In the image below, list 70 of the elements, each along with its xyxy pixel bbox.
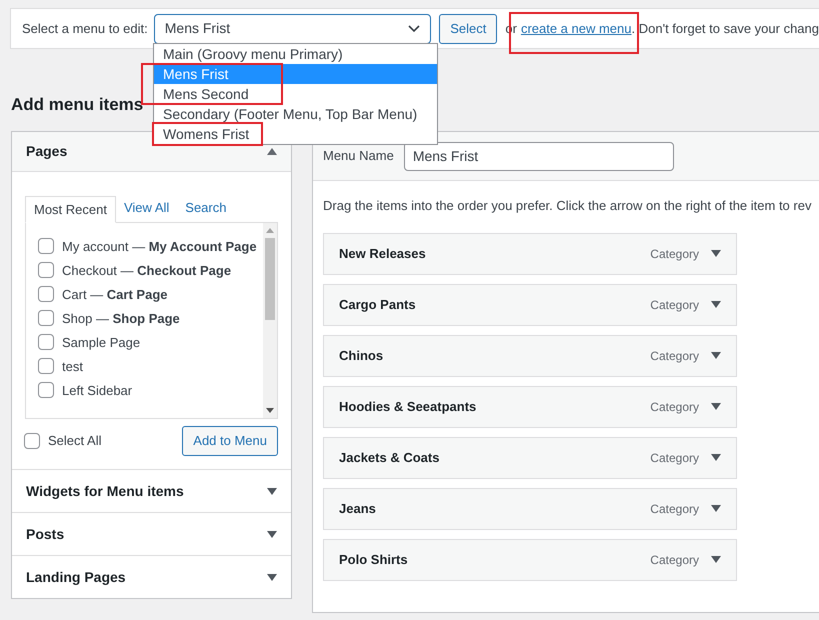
menu-item-bar[interactable]: Cargo Pants Category bbox=[323, 284, 737, 326]
checkbox[interactable] bbox=[38, 262, 54, 278]
add-menu-items-heading: Add menu items bbox=[11, 95, 144, 114]
pages-tab[interactable]: Most Recent bbox=[25, 196, 116, 223]
menu-item-title: Jeans bbox=[339, 500, 377, 518]
dropdown-option[interactable]: Mens Second bbox=[154, 84, 437, 104]
item-type-label: Category bbox=[650, 296, 699, 314]
page-label: Left Sidebar bbox=[62, 382, 134, 400]
checkbox[interactable] bbox=[38, 358, 54, 374]
pages-tab[interactable]: Search bbox=[177, 195, 234, 222]
select-button[interactable]: Select bbox=[439, 14, 498, 44]
pages-tab[interactable]: View All bbox=[116, 195, 178, 222]
menu-item-title: Hoodies & Seeatpants bbox=[339, 398, 478, 416]
expand-arrow-icon[interactable] bbox=[711, 454, 721, 461]
checkbox[interactable] bbox=[38, 286, 54, 302]
expand-arrow-icon[interactable] bbox=[711, 403, 721, 410]
page-label: Shop — Shop Page bbox=[62, 310, 181, 328]
menu-item-title: Chinos bbox=[339, 346, 384, 365]
expand-arrow-icon[interactable] bbox=[711, 250, 721, 257]
page-label: Checkout — Checkout Page bbox=[62, 262, 232, 280]
menu-item-title: Jackets & Coats bbox=[339, 448, 440, 467]
expand-arrow-icon[interactable] bbox=[711, 556, 721, 563]
expand-arrow-icon[interactable] bbox=[711, 301, 721, 308]
page-label: My account — My Account Page bbox=[62, 238, 258, 256]
select-menu-label: Select a menu to edit: bbox=[22, 20, 148, 38]
menu-item-bar[interactable]: Polo Shirts Category bbox=[323, 538, 737, 580]
checkbox[interactable] bbox=[38, 334, 54, 350]
panel-title: Landing Pages bbox=[26, 568, 126, 587]
scroll-down-icon[interactable] bbox=[266, 408, 274, 413]
page-label: test bbox=[62, 358, 84, 376]
menu-item-title: Polo Shirts bbox=[339, 550, 409, 569]
menu-item-bar[interactable]: Jackets & Coats Category bbox=[323, 436, 737, 478]
checkbox[interactable] bbox=[38, 382, 54, 398]
menu-name-field[interactable]: Mens Frist bbox=[404, 142, 674, 170]
menu-name-label: Menu Name bbox=[323, 147, 394, 166]
panel-title: Widgets for Menu items bbox=[26, 482, 184, 501]
page-label: Sample Page bbox=[62, 334, 142, 352]
checkbox[interactable] bbox=[24, 433, 40, 449]
checkbox[interactable] bbox=[38, 310, 54, 326]
menu-item-bar[interactable]: Chinos Category bbox=[323, 334, 737, 376]
menu-item-bar[interactable]: Jeans Category bbox=[323, 488, 737, 530]
expand-arrow-icon[interactable] bbox=[267, 574, 277, 580]
expand-arrow-icon[interactable] bbox=[711, 352, 721, 359]
page-label: Cart — Cart Page bbox=[62, 286, 168, 304]
save-reminder-text: . Don't forget to save your chang bbox=[632, 20, 819, 38]
panel-title: Posts bbox=[26, 524, 64, 544]
expand-arrow-icon[interactable] bbox=[267, 488, 277, 494]
dropdown-option[interactable]: Main (Groovy menu Primary) bbox=[154, 44, 437, 64]
collapse-arrow-icon[interactable] bbox=[267, 148, 277, 155]
create-menu-link[interactable]: create a new menu bbox=[520, 18, 632, 38]
item-type-label: Category bbox=[650, 348, 699, 364]
scrollbar[interactable] bbox=[263, 223, 277, 418]
dropdown-option[interactable]: Secondary (Footer Menu, Top Bar Menu) bbox=[154, 104, 437, 124]
item-type-label: Category bbox=[650, 398, 699, 416]
checkbox[interactable] bbox=[38, 238, 54, 254]
item-type-label: Category bbox=[650, 246, 699, 262]
item-type-label: Category bbox=[650, 450, 699, 466]
menu-item-bar[interactable]: Hoodies & Seeatpants Category bbox=[323, 386, 737, 428]
expand-arrow-icon[interactable] bbox=[711, 505, 721, 512]
menu-item-title: New Releases bbox=[339, 244, 427, 263]
select-all-label: Select All bbox=[48, 432, 102, 450]
instructions-text: Drag the items into the order you prefer. Click the arrow on the right of the item to rev bbox=[323, 197, 812, 215]
menu-item-bar[interactable]: New Releases Category bbox=[323, 232, 737, 274]
menu-item-title: Cargo Pants bbox=[339, 296, 417, 314]
add-to-menu-button[interactable]: Add to Menu bbox=[182, 426, 278, 456]
panel-title: Pages bbox=[26, 142, 68, 161]
expand-arrow-icon[interactable] bbox=[267, 530, 277, 538]
item-type-label: Category bbox=[650, 500, 699, 518]
item-type-label: Category bbox=[650, 552, 699, 568]
chevron-down-icon bbox=[408, 24, 420, 32]
